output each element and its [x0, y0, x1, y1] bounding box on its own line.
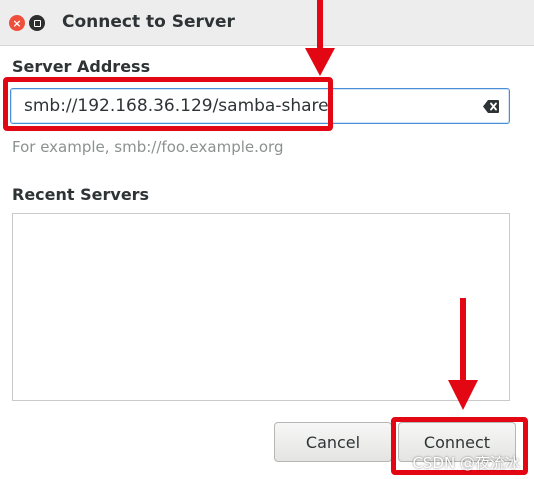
cancel-button[interactable]: Cancel — [274, 422, 392, 462]
server-address-input[interactable]: smb://192.168.36.129/samba-share — [10, 88, 510, 124]
close-icon: × — [12, 16, 22, 30]
maximize-icon — [33, 19, 41, 27]
title-bar: × Connect to Server — [0, 0, 534, 46]
clear-text-icon[interactable] — [483, 100, 499, 113]
recent-servers-label: Recent Servers — [12, 185, 150, 204]
annotation-arrow-down-icon — [448, 298, 478, 410]
close-button[interactable]: × — [9, 15, 25, 31]
window-title: Connect to Server — [62, 12, 235, 32]
server-address-example: For example, smb://foo.example.org — [12, 138, 284, 156]
maximize-button[interactable] — [29, 15, 45, 31]
watermark: CSDN @夜流冰 — [412, 454, 520, 472]
server-address-value: smb://192.168.36.129/samba-share — [24, 96, 329, 116]
recent-servers-list[interactable] — [12, 213, 510, 401]
annotation-arrow-down-icon — [305, 0, 335, 76]
server-address-label: Server Address — [12, 57, 151, 76]
